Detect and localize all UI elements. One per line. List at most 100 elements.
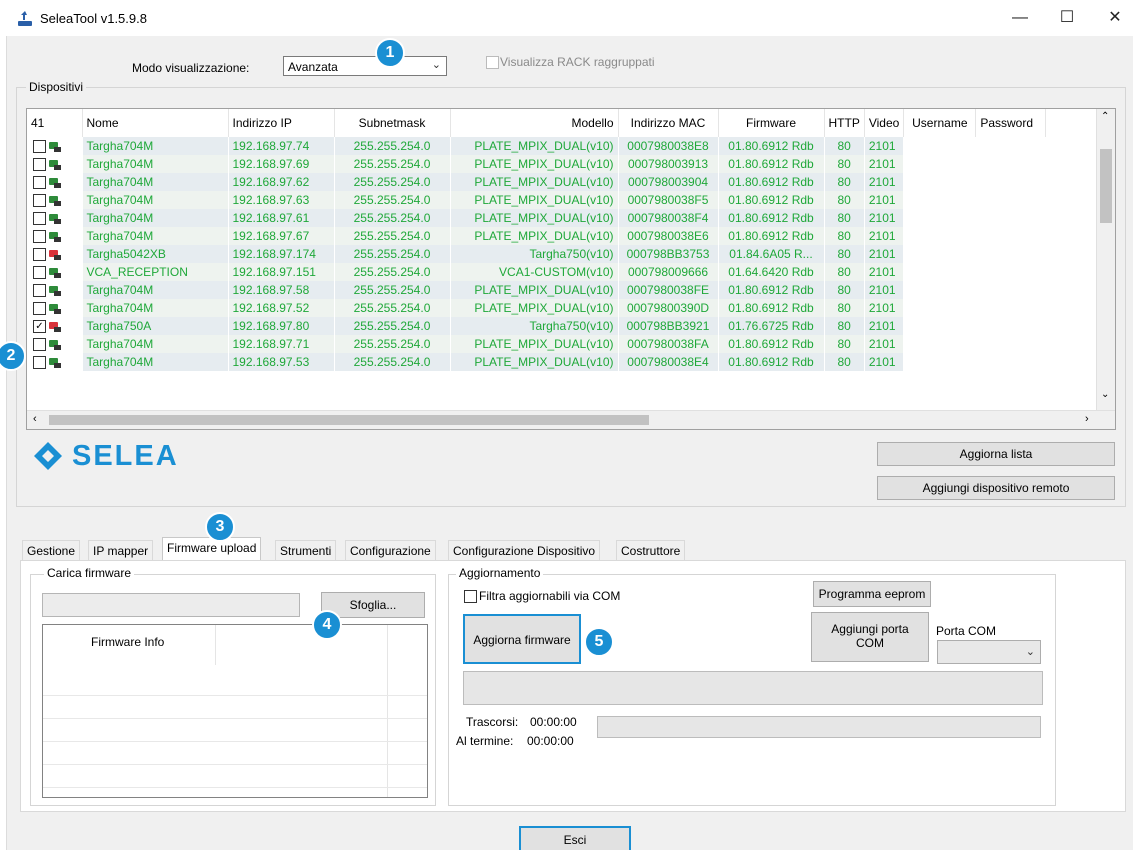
- table-row[interactable]: Targha704M 192.168.97.74 255.255.254.0 PLAT…: [27, 137, 1047, 155]
- callout-badge-5: 5: [584, 627, 614, 657]
- add-remote-device-button[interactable]: Aggiungi dispositivo remoto: [877, 476, 1115, 500]
- row-checkbox[interactable]: [33, 302, 46, 316]
- row-checkbox[interactable]: [33, 356, 46, 370]
- devices-header-row: 41 Nome Indirizzo IP Subnetmask Modello …: [27, 109, 1047, 137]
- tab-configurazione[interactable]: Configurazione: [345, 540, 436, 560]
- tab-strumenti[interactable]: Strumenti: [275, 540, 337, 560]
- table-row[interactable]: VCA_RECEPTION 192.168.97.151 255.255.254.0…: [27, 263, 1047, 281]
- table-row[interactable]: Targha704M 192.168.97.67 255.255.254.0 PLAT…: [27, 227, 1047, 245]
- tab-configurazione-dispositivo[interactable]: Configurazione Dispositivo: [448, 540, 601, 560]
- elapsed-label: Trascorsi:: [466, 715, 519, 729]
- row-checkbox[interactable]: [33, 140, 46, 154]
- table-row[interactable]: Targha704M 192.168.97.69 255.255.254.0 PLAT…: [27, 155, 1047, 173]
- cell-firmware: 01.80.6912 Rdb: [718, 227, 825, 245]
- col-header-count[interactable]: 41: [27, 109, 83, 137]
- firmware-info-list[interactable]: Firmware Info: [42, 624, 428, 798]
- cell-password: [975, 245, 1047, 263]
- vertical-scrollbar[interactable]: ⌃ ⌄: [1096, 109, 1115, 411]
- cell-subnet: 255.255.254.0: [334, 263, 451, 281]
- callout-badge-4: 4: [312, 610, 342, 640]
- scroll-down-icon[interactable]: ⌄: [1101, 389, 1109, 400]
- scroll-left-icon[interactable]: ‹: [33, 413, 37, 425]
- update-firmware-button[interactable]: Aggiorna firmware: [463, 614, 581, 664]
- horizontal-scrollbar[interactable]: ‹ ›: [27, 410, 1115, 429]
- devices-grid[interactable]: 41 Nome Indirizzo IP Subnetmask Modello …: [26, 108, 1116, 430]
- cell-ip: 192.168.97.151: [228, 263, 335, 281]
- mode-select[interactable]: Avanzata ⌄: [283, 56, 447, 76]
- row-checkbox[interactable]: [33, 158, 46, 172]
- cell-http: 80: [824, 191, 865, 209]
- com-port-select[interactable]: ⌄: [937, 640, 1041, 664]
- col-header-http[interactable]: HTTP: [824, 109, 865, 137]
- table-row[interactable]: Targha5042XB 192.168.97.174 255.255.254.0 T…: [27, 245, 1047, 263]
- table-row[interactable]: Targha704M 192.168.97.53 255.255.254.0 PLAT…: [27, 353, 1047, 371]
- list-item: [43, 741, 427, 765]
- row-checkbox[interactable]: [33, 176, 46, 190]
- refresh-list-button[interactable]: Aggiorna lista: [877, 442, 1115, 466]
- table-row[interactable]: Targha704M 192.168.97.58 255.255.254.0 PLAT…: [27, 281, 1047, 299]
- maximize-button[interactable]: ☐: [1052, 6, 1082, 30]
- cell-name: Targha5042XB: [82, 245, 229, 263]
- table-row[interactable]: Targha704M 192.168.97.62 255.255.254.0 PLAT…: [27, 173, 1047, 191]
- col-header-video[interactable]: Video: [864, 109, 905, 137]
- firmware-path-input[interactable]: [42, 593, 300, 617]
- row-checkbox[interactable]: [33, 230, 46, 244]
- cell-video: 2101: [864, 335, 905, 353]
- tab-ip-mapper[interactable]: IP mapper: [88, 540, 154, 560]
- cell-firmware: 01.80.6912 Rdb: [718, 335, 825, 353]
- col-header-firmware[interactable]: Firmware: [718, 109, 825, 137]
- table-row[interactable]: Targha704M 192.168.97.61 255.255.254.0 PLAT…: [27, 209, 1047, 227]
- cell-model: PLATE_MPIX_DUAL(v10): [450, 209, 619, 227]
- table-row[interactable]: Targha704M 192.168.97.71 255.255.254.0 PLAT…: [27, 335, 1047, 353]
- col-header-model[interactable]: Modello: [450, 109, 619, 137]
- camera-green-icon: [49, 159, 61, 170]
- cell-username: [903, 281, 977, 299]
- add-com-port-button[interactable]: Aggiungi porta COM: [811, 612, 929, 662]
- mode-label: Modo visualizzazione:: [132, 61, 250, 75]
- filter-com-checkbox[interactable]: [464, 590, 477, 603]
- rack-checkbox[interactable]: [486, 56, 499, 69]
- cell-password: [975, 317, 1047, 335]
- cell-name: Targha704M: [82, 335, 229, 353]
- cell-username: [903, 155, 977, 173]
- row-icons: [27, 335, 83, 353]
- row-checkbox[interactable]: [33, 248, 46, 262]
- col-header-subnet[interactable]: Subnetmask: [334, 109, 451, 137]
- col-header-mac[interactable]: Indirizzo MAC: [618, 109, 719, 137]
- row-checkbox[interactable]: ✓: [33, 320, 46, 334]
- tab-costruttore[interactable]: Costruttore: [616, 540, 686, 560]
- minimize-button[interactable]: —: [1005, 6, 1035, 30]
- tab-firmware-upload[interactable]: Firmware upload: [162, 537, 262, 561]
- com-port-label: Porta COM: [936, 624, 997, 638]
- cell-ip: 192.168.97.80: [228, 317, 335, 335]
- vertical-scroll-thumb[interactable]: [1100, 149, 1112, 223]
- col-header-username[interactable]: Username: [903, 109, 977, 137]
- col-header-password[interactable]: Password: [975, 109, 1047, 137]
- row-checkbox[interactable]: [33, 284, 46, 298]
- col-header-name[interactable]: Nome: [82, 109, 229, 137]
- camera-green-icon: [49, 339, 61, 350]
- row-checkbox[interactable]: [33, 212, 46, 226]
- scroll-up-icon[interactable]: ⌃: [1101, 111, 1109, 122]
- cell-firmware: 01.80.6912 Rdb: [718, 137, 825, 155]
- table-row[interactable]: Targha704M 192.168.97.63 255.255.254.0 PLAT…: [27, 191, 1047, 209]
- cell-subnet: 255.255.254.0: [334, 335, 451, 353]
- row-icons: [27, 191, 83, 209]
- scroll-right-icon[interactable]: ›: [1085, 413, 1089, 425]
- row-checkbox[interactable]: [33, 338, 46, 352]
- cell-model: PLATE_MPIX_DUAL(v10): [450, 137, 619, 155]
- tab-gestione[interactable]: Gestione: [22, 540, 81, 560]
- program-eeprom-button[interactable]: Programma eeprom: [813, 581, 931, 607]
- col-header-ip[interactable]: Indirizzo IP: [228, 109, 335, 137]
- exit-button[interactable]: Esci: [519, 826, 631, 850]
- table-row[interactable]: Targha704M 192.168.97.52 255.255.254.0 PLAT…: [27, 299, 1047, 317]
- row-checkbox[interactable]: [33, 266, 46, 280]
- cell-model: PLATE_MPIX_DUAL(v10): [450, 353, 619, 371]
- horizontal-scroll-thumb[interactable]: [49, 415, 649, 425]
- cell-ip: 192.168.97.67: [228, 227, 335, 245]
- row-icons: [27, 263, 83, 281]
- close-button[interactable]: ✕: [1100, 6, 1130, 30]
- row-checkbox[interactable]: [33, 194, 46, 208]
- table-row[interactable]: ✓ Targha750A 192.168.97.80 255.255.254.0 Tar…: [27, 317, 1047, 335]
- cell-password: [975, 191, 1047, 209]
